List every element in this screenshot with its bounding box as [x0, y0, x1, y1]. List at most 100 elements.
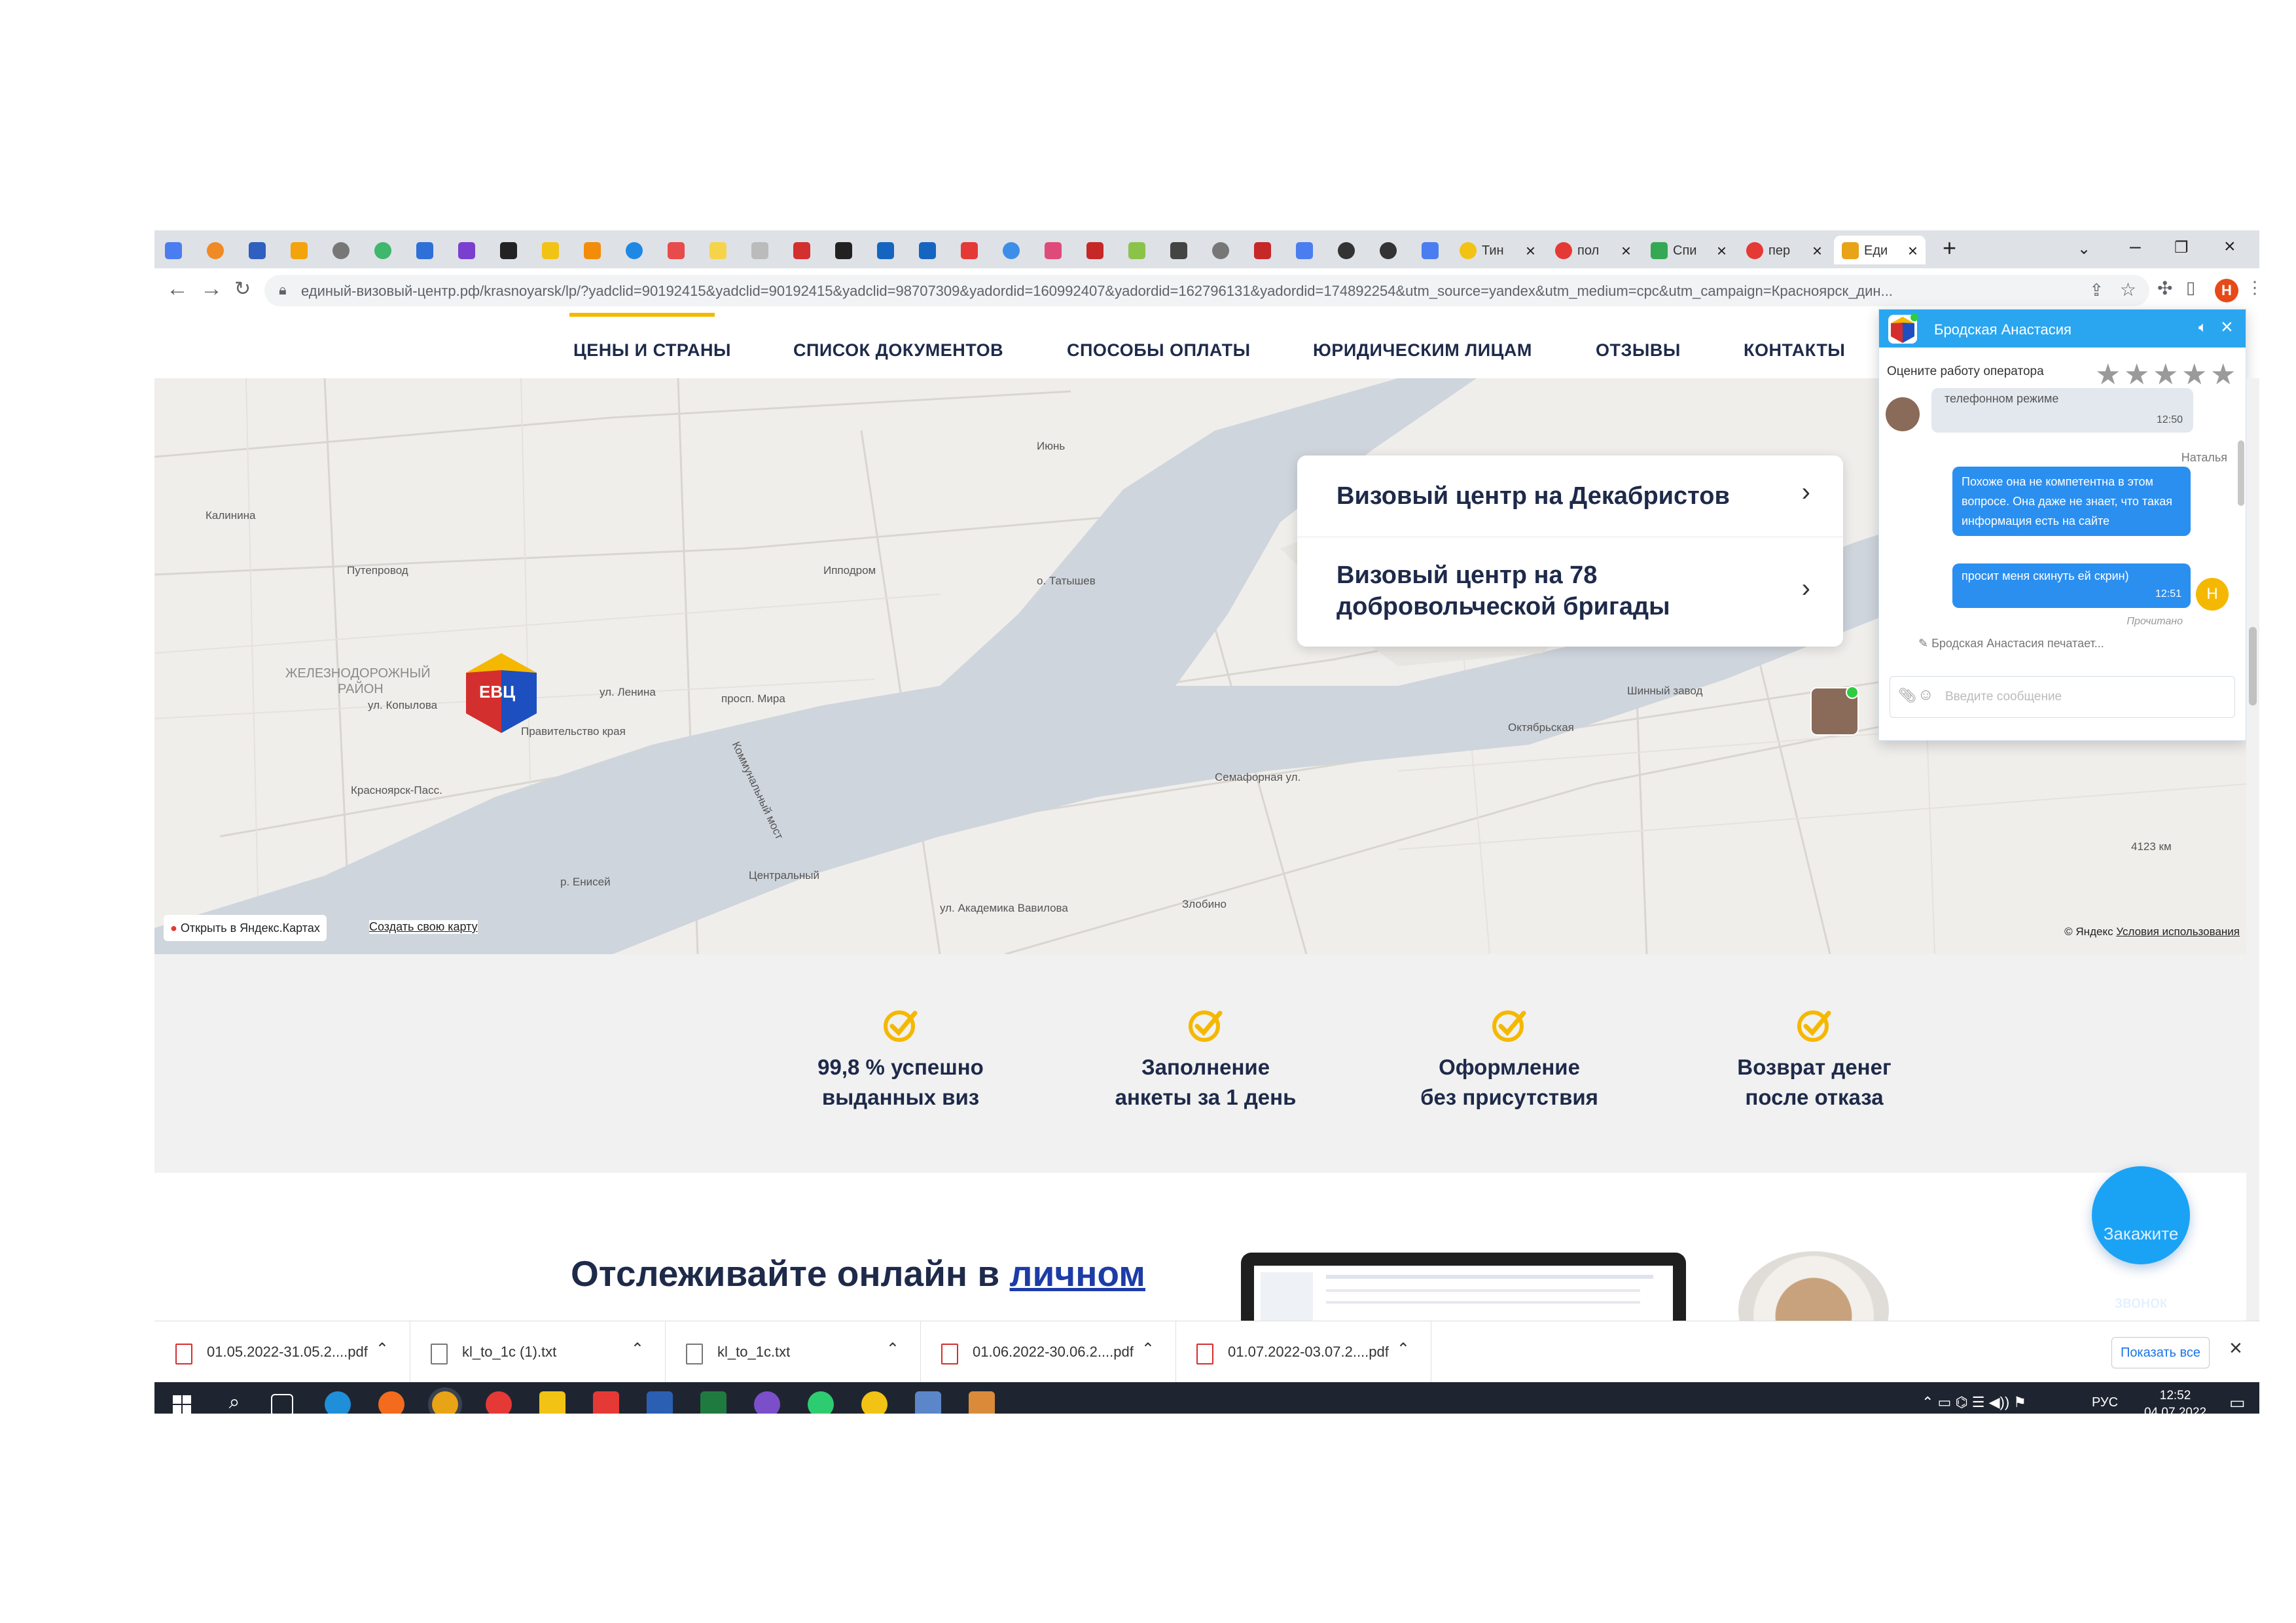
chevron-up-icon[interactable]: ⌃ [631, 1340, 644, 1359]
evc-map-marker[interactable]: ЕВЦ [462, 651, 541, 736]
sidepanel-icon[interactable]: ▯ [2186, 277, 2195, 298]
nav-reviews[interactable]: ОТЗЫВЫ [1596, 340, 1681, 361]
star-icon[interactable]: ★ [2210, 358, 2236, 391]
minimize-button[interactable]: – [2130, 236, 2141, 258]
browser-tab-active[interactable]: Еди × [1834, 236, 1926, 264]
forward-icon[interactable]: → [200, 276, 223, 302]
chevron-down-icon[interactable]: ⌄ [2077, 240, 2090, 259]
pinned-tab[interactable] [573, 237, 610, 263]
pinned-tab[interactable] [1285, 237, 1322, 263]
close-icon[interactable]: × [1526, 241, 1535, 261]
download-item[interactable]: 01.07.2022-03.07.2....pdf ⌃ [1175, 1321, 1431, 1383]
star-icon[interactable]: ★ [2124, 358, 2149, 391]
clock[interactable]: 12:52 04.07.2022 [2144, 1387, 2206, 1414]
pinned-tab[interactable] [908, 237, 945, 263]
attach-icon[interactable]: 📎︎ [1898, 687, 1916, 704]
pinned-tab[interactable] [531, 237, 568, 263]
download-item[interactable]: kl_to_1c.txt ⌃ [665, 1321, 921, 1383]
nav-contacts[interactable]: КОНТАКТЫ [1744, 340, 1845, 361]
address-bar[interactable]: 🔒︎ единый-визовый-центр.рф/krasnoyarsk/l… [264, 275, 2149, 306]
lock-icon[interactable]: 🔒︎ [279, 281, 287, 298]
create-map-link[interactable]: Создать свою карту [369, 920, 478, 934]
url-text[interactable]: единый-визовый-центр.рф/krasnoyarsk/lp/?… [301, 283, 2055, 300]
close-icon[interactable]: × [2229, 1336, 2242, 1361]
pinned-tab[interactable] [1160, 237, 1196, 263]
chevron-up-icon[interactable]: ⌃ [886, 1340, 899, 1359]
menu-icon[interactable]: ⋮ [2246, 277, 2259, 298]
order-call-button[interactable]: Закажите звонок [2092, 1166, 2190, 1311]
close-icon[interactable]: × [2221, 315, 2233, 339]
pinned-tab[interactable] [238, 237, 275, 263]
chevron-up-icon[interactable]: ⌃ [1397, 1340, 1410, 1359]
pinned-tab[interactable] [1202, 237, 1238, 263]
terms-link[interactable]: Условия использования [2116, 925, 2240, 938]
star-icon[interactable]: ☆ [2120, 279, 2136, 300]
star-icon[interactable]: ★ [2153, 358, 2178, 391]
show-all-downloads-button[interactable]: Показать все [2111, 1337, 2210, 1368]
emoji-icon[interactable]: ☺ [1918, 686, 1934, 704]
pinned-tab[interactable] [1411, 237, 1448, 263]
close-window-button[interactable]: × [2224, 236, 2236, 258]
folder-icon[interactable] [539, 1391, 565, 1414]
pinned-tab[interactable] [825, 237, 861, 263]
pinned-tab[interactable] [741, 237, 778, 263]
download-item[interactable]: 01.05.2022-31.05.2....pdf ⌃ [154, 1321, 410, 1383]
pinned-tab[interactable] [992, 237, 1029, 263]
close-icon[interactable]: × [1621, 241, 1631, 261]
pinned-tab[interactable] [406, 237, 442, 263]
pinned-tab[interactable] [322, 237, 359, 263]
1c-icon[interactable] [861, 1391, 888, 1414]
browser-tab[interactable]: Спи × [1643, 236, 1734, 264]
nav-prices[interactable]: ЦЕНЫ И СТРАНЫ [573, 340, 731, 361]
pinned-tab[interactable] [1369, 237, 1406, 263]
open-in-yandex-maps[interactable]: ● Открыть в Яндекс.Картах [164, 915, 327, 941]
firefox-icon[interactable] [378, 1391, 404, 1414]
restore-button[interactable]: ❐ [2174, 238, 2189, 257]
browser-tab[interactable]: пол × [1547, 236, 1639, 264]
pinned-tab[interactable] [1327, 237, 1364, 263]
reload-icon[interactable]: ↻ [234, 277, 251, 300]
pinned-tab[interactable] [615, 237, 652, 263]
language-indicator[interactable]: РУС [2092, 1395, 2118, 1410]
pinned-tab[interactable] [867, 237, 903, 263]
search-icon[interactable]: ⌕ [221, 1391, 247, 1414]
chevron-up-icon[interactable]: ⌃ [376, 1340, 389, 1359]
extensions-icon[interactable]: ✣ [2157, 277, 2172, 299]
star-icon[interactable]: ★ [2095, 358, 2121, 391]
pinned-tab[interactable] [154, 237, 191, 263]
page-scrollbar[interactable] [2246, 378, 2259, 1321]
profile-avatar[interactable]: Н [2215, 279, 2238, 302]
yandex-icon[interactable] [593, 1391, 619, 1414]
nav-legal[interactable]: ЮРИДИЧЕСКИМ ЛИЦАМ [1313, 340, 1532, 361]
pinned-tab[interactable] [448, 237, 484, 263]
app-icon[interactable] [969, 1391, 995, 1414]
chrome-icon[interactable] [432, 1391, 458, 1414]
whatsapp-icon[interactable] [808, 1391, 834, 1414]
pinned-tab[interactable] [657, 237, 694, 263]
pinned-tab[interactable] [364, 237, 401, 263]
personal-account-link[interactable]: личном [1010, 1253, 1145, 1294]
close-icon[interactable]: × [1812, 241, 1822, 261]
new-tab-button[interactable]: + [1943, 234, 1956, 262]
visa-center-item[interactable]: Визовый центр на 78 добровольческой бриг… [1297, 537, 1843, 647]
visa-center-item[interactable]: Визовый центр на Декабристов › [1297, 455, 1843, 537]
chat-scrollbar[interactable] [2238, 440, 2244, 506]
back-icon[interactable]: ← [166, 276, 188, 302]
pinned-tab[interactable] [699, 237, 736, 263]
pinned-tab[interactable] [1244, 237, 1280, 263]
chat-message-input[interactable]: 📎︎ ☺ Введите сообщение [1890, 676, 2235, 718]
share-icon[interactable]: ⇪ [2089, 280, 2104, 300]
pinned-tab[interactable] [1034, 237, 1071, 263]
word-icon[interactable] [647, 1391, 673, 1414]
viber-icon[interactable] [754, 1391, 780, 1414]
nav-payment[interactable]: СПОСОБЫ ОПЛАТЫ [1067, 340, 1251, 361]
download-item[interactable]: kl_to_1c (1).txt ⌃ [410, 1321, 666, 1383]
browser-tab[interactable]: пер × [1738, 236, 1830, 264]
app-icon[interactable] [915, 1391, 941, 1414]
close-icon[interactable]: × [1908, 241, 1918, 261]
excel-icon[interactable] [700, 1391, 726, 1414]
pinned-tab[interactable] [1118, 237, 1155, 263]
pinned-tab[interactable] [950, 237, 987, 263]
task-view-icon[interactable] [271, 1394, 293, 1414]
browser-tab[interactable]: Тин × [1452, 236, 1543, 264]
